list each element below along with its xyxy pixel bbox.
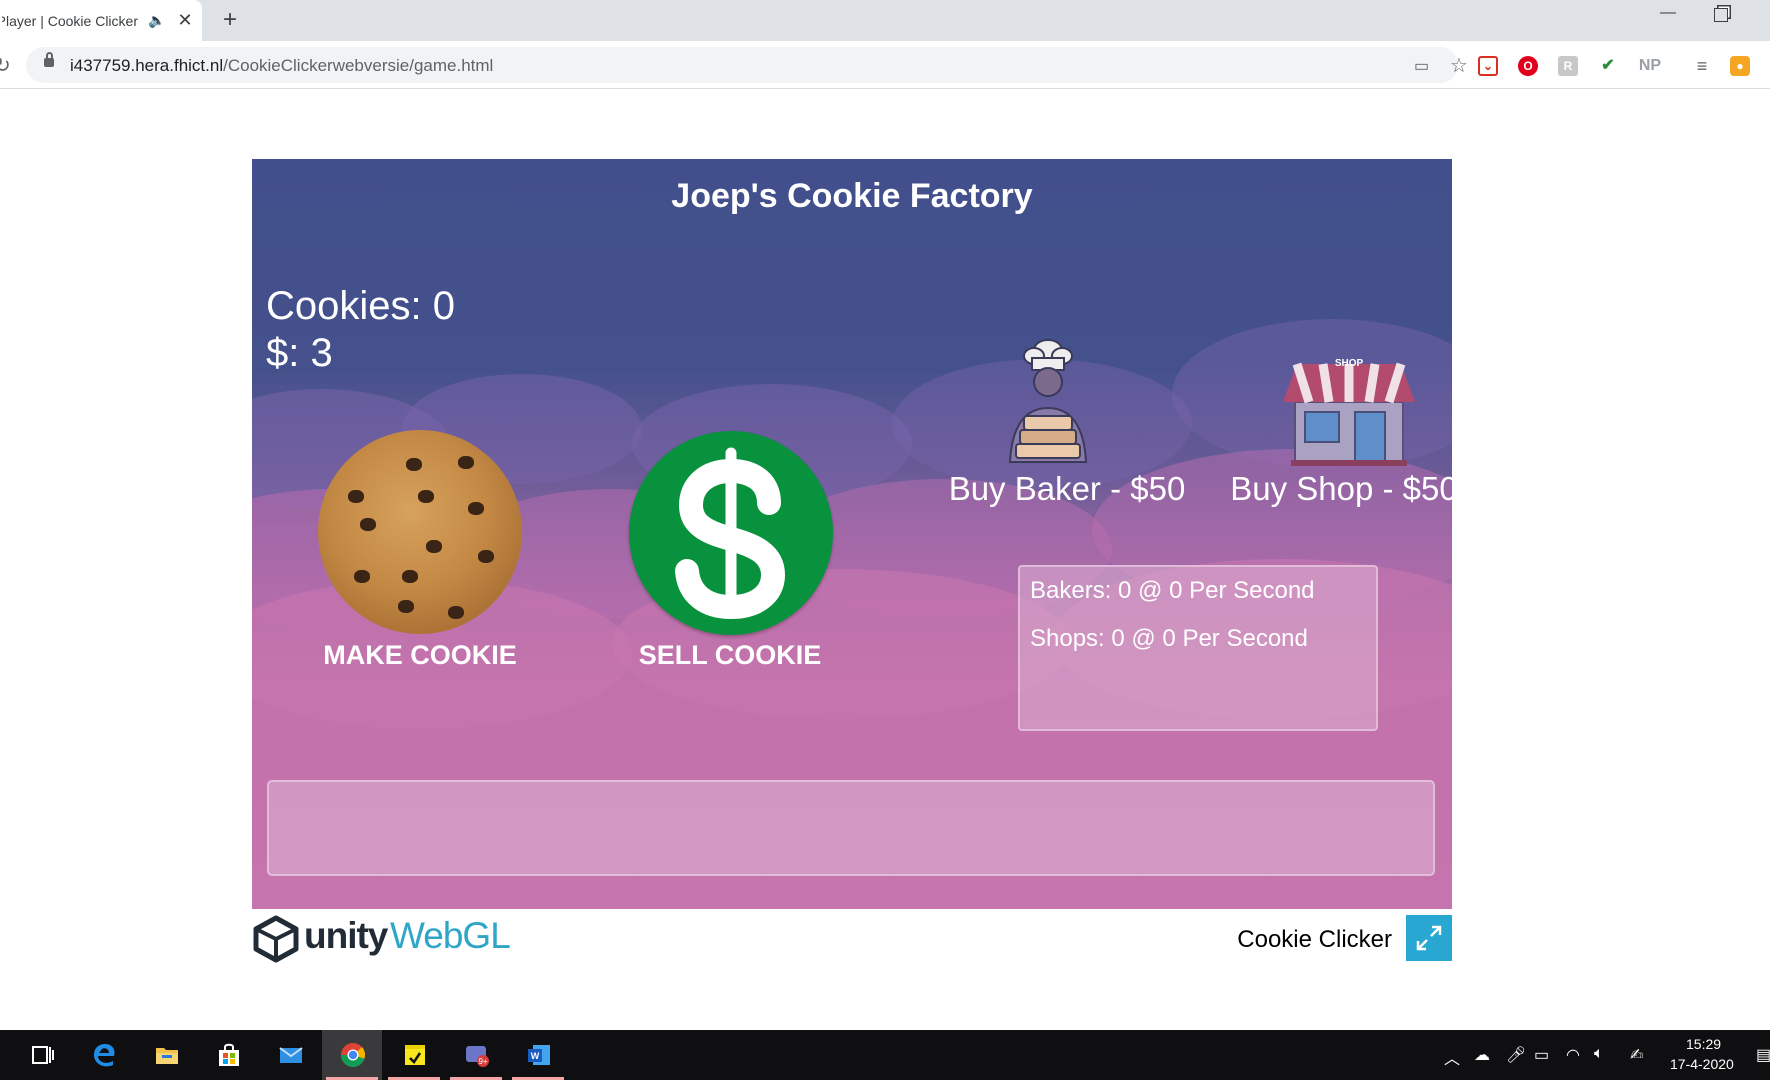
speaker-icon[interactable]: 🔈 bbox=[148, 12, 165, 29]
teams-icon: 9+ bbox=[466, 1046, 489, 1067]
colorful-extension-icon[interactable]: ✔ bbox=[1598, 56, 1618, 76]
url-host: i437759.hera.fhict.nl bbox=[70, 56, 224, 75]
chocolate-chip bbox=[418, 490, 434, 503]
browser-tab[interactable]: WebGL Player | Cookie Clicker 🔈 ✕ bbox=[0, 0, 202, 41]
word-icon: W bbox=[528, 1045, 550, 1065]
minimize-window-icon[interactable]: — bbox=[1660, 4, 1676, 22]
unity-logo-icon bbox=[253, 915, 299, 963]
chocolate-chip bbox=[468, 502, 484, 515]
make-cookie-button[interactable] bbox=[318, 430, 522, 634]
bakers-stat: Bakers: 0 @ 0 Per Second bbox=[1030, 577, 1315, 604]
chocolate-chip bbox=[398, 600, 414, 613]
reading-list-icon[interactable]: ≡ bbox=[1692, 56, 1712, 76]
stats-panel: Bakers: 0 @ 0 Per Second Shops: 0 @ 0 Pe… bbox=[1018, 565, 1378, 731]
shop-icon[interactable]: SHOP bbox=[1279, 356, 1419, 466]
browser-toolbar: ↻ i437759.hera.fhict.nl/CookieClickerweb… bbox=[0, 41, 1770, 89]
webgl-wordmark: WebGL bbox=[390, 915, 511, 956]
svg-text:W: W bbox=[531, 1051, 540, 1061]
chocolate-chip bbox=[426, 540, 442, 553]
unity-wordmark: unity bbox=[304, 915, 388, 956]
file-explorer-icon bbox=[156, 1048, 178, 1064]
make-cookie-label: MAKE COOKIE bbox=[323, 640, 517, 670]
mail-button[interactable] bbox=[260, 1030, 320, 1080]
url-path: /CookieClickerwebversie/game.html bbox=[223, 56, 494, 75]
game-canvas[interactable]: Joep's Cookie Factory Cookies: 0 $: 3 MA… bbox=[252, 159, 1452, 909]
taskbar: 9+ W ︿ ☁ 🎤︎ ▭ ◠ 🔈︎ ✍︎ 15:29 17-4-2020 ▤ bbox=[0, 1030, 1770, 1080]
r-extension-icon[interactable]: R bbox=[1558, 56, 1578, 76]
message-bar bbox=[267, 780, 1435, 876]
onedrive-icon[interactable]: ☁ bbox=[1474, 1045, 1490, 1065]
volume-icon[interactable]: 🔈︎ bbox=[1594, 1045, 1604, 1063]
store-button[interactable] bbox=[198, 1030, 258, 1080]
pocket-icon[interactable]: ⌄ bbox=[1478, 56, 1498, 76]
install-app-icon[interactable]: ▭ bbox=[1414, 56, 1429, 76]
task-view-button[interactable] bbox=[12, 1030, 72, 1080]
chocolate-chip bbox=[448, 606, 464, 619]
chocolate-chip bbox=[354, 570, 370, 583]
buy-baker-button[interactable]: Buy Baker - $50 bbox=[942, 470, 1192, 508]
new-tab-button[interactable]: + bbox=[216, 6, 244, 34]
buy-shop-button[interactable]: Buy Shop - $50 bbox=[1224, 470, 1452, 508]
chocolate-chip bbox=[458, 456, 474, 469]
clock-time[interactable]: 15:29 bbox=[1686, 1036, 1721, 1052]
reload-icon[interactable]: ↻ bbox=[0, 53, 11, 78]
chocolate-chip bbox=[348, 490, 364, 503]
chocolate-chip bbox=[406, 458, 422, 471]
money-counter: $: 3 bbox=[266, 331, 333, 375]
url-text[interactable]: i437759.hera.fhict.nl/CookieClickerwebve… bbox=[70, 56, 493, 76]
fullscreen-button[interactable] bbox=[1406, 915, 1452, 961]
mail-icon bbox=[279, 1047, 303, 1063]
store-icon bbox=[219, 1043, 239, 1066]
microphone-icon[interactable]: 🎤︎ bbox=[1506, 1045, 1526, 1065]
shop-sign: SHOP bbox=[1335, 358, 1364, 369]
opera-icon[interactable]: O bbox=[1518, 56, 1538, 76]
show-hidden-icons-icon[interactable]: ︿ bbox=[1444, 1045, 1460, 1069]
teams-button[interactable]: 9+ bbox=[446, 1030, 506, 1080]
dollar-icon bbox=[675, 447, 786, 620]
edge-icon bbox=[94, 1044, 115, 1067]
np-extension-icon[interactable]: NP bbox=[1636, 56, 1664, 76]
restore-window-icon[interactable] bbox=[1714, 8, 1728, 22]
edge-button[interactable] bbox=[74, 1030, 134, 1080]
cookies-counter: Cookies: 0 bbox=[266, 284, 455, 328]
bookmark-star-icon[interactable]: ☆ bbox=[1450, 53, 1468, 78]
notifications-icon[interactable]: ▤ bbox=[1756, 1045, 1770, 1065]
sell-cookie-label: SELL COOKIE bbox=[638, 640, 822, 670]
battery-icon[interactable]: ▭ bbox=[1534, 1045, 1549, 1065]
file-explorer-button[interactable] bbox=[136, 1030, 196, 1080]
clock-date[interactable]: 17-4-2020 bbox=[1670, 1056, 1734, 1072]
build-title: Cookie Clicker bbox=[1237, 926, 1392, 953]
shops-stat: Shops: 0 @ 0 Per Second bbox=[1030, 625, 1308, 652]
chocolate-chip bbox=[402, 570, 418, 583]
chrome-button[interactable] bbox=[322, 1030, 382, 1080]
chrome-icon bbox=[340, 1043, 366, 1068]
pen-icon[interactable]: ✍︎ bbox=[1630, 1045, 1643, 1065]
baker-icon[interactable] bbox=[1002, 336, 1094, 464]
browser-tab-bar: WebGL Player | Cookie Clicker 🔈 ✕ + — bbox=[0, 0, 1770, 41]
expand-icon bbox=[1416, 925, 1442, 951]
chocolate-chip bbox=[478, 550, 494, 563]
unity-footer: unity WebGL Cookie Clicker bbox=[252, 909, 1452, 965]
sticky-notes-icon bbox=[405, 1045, 425, 1065]
lock-icon[interactable] bbox=[44, 52, 54, 67]
address-bar[interactable]: i437759.hera.fhict.nl/CookieClickerwebve… bbox=[26, 47, 1468, 83]
wifi-icon[interactable]: ◠ bbox=[1566, 1045, 1580, 1065]
chocolate-chip bbox=[360, 518, 376, 531]
user-extension-icon[interactable]: ● bbox=[1730, 56, 1750, 76]
sticky-notes-button[interactable] bbox=[384, 1030, 444, 1080]
sell-cookie-button[interactable] bbox=[629, 431, 833, 635]
task-view-icon bbox=[32, 1046, 54, 1064]
close-tab-icon[interactable]: ✕ bbox=[177, 10, 192, 31]
svg-text:9+: 9+ bbox=[478, 1057, 487, 1066]
game-title: Joep's Cookie Factory bbox=[671, 177, 1033, 215]
word-button[interactable]: W bbox=[508, 1030, 568, 1080]
tab-title: WebGL Player | Cookie Clicker bbox=[2, 12, 138, 29]
